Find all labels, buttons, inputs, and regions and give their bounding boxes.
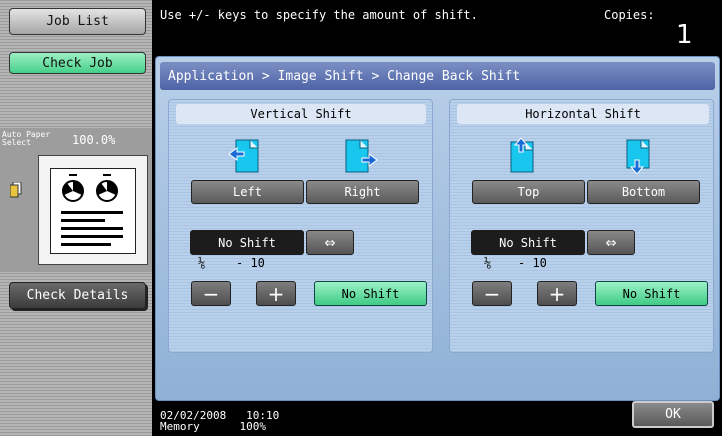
horizontal-no-shift-button[interactable]: No Shift <box>595 281 708 306</box>
horizontal-shift-panel <box>449 99 714 353</box>
horizontal-minus-button[interactable]: − <box>472 281 512 306</box>
auto-paper-line2: Select <box>2 138 31 147</box>
horizontal-fraction: ⅙ <box>484 256 492 270</box>
vertical-no-shift-button[interactable]: No Shift <box>314 281 427 306</box>
horizontal-shift-title: Horizontal Shift <box>457 104 709 124</box>
shift-top-icon <box>509 137 543 174</box>
vertical-plus-button[interactable]: + <box>256 281 296 306</box>
vertical-shift-value: No Shift <box>190 230 304 255</box>
right-button[interactable]: Right <box>306 180 419 204</box>
swap-arrows-icon[interactable]: ⇔ <box>587 230 635 255</box>
breadcrumb: Application > Image Shift > Change Back … <box>160 62 715 90</box>
check-job-button[interactable]: Check Job <box>9 52 146 74</box>
vertical-range: - 10 <box>236 256 265 270</box>
horizontal-plus-button[interactable]: + <box>537 281 577 306</box>
instruction-message: Use +/- keys to specify the amount of sh… <box>160 8 478 22</box>
swap-arrows-icon[interactable]: ⇔ <box>306 230 354 255</box>
left-button[interactable]: Left <box>191 180 304 204</box>
copies-label: Copies: <box>604 8 655 22</box>
status-datetime: 02/02/2008 10:10 Memory 100% <box>160 410 279 432</box>
job-list-button[interactable]: Job List <box>9 8 146 35</box>
paper-tray-icon <box>9 181 22 198</box>
shift-right-icon <box>344 138 378 174</box>
vertical-fraction: ⅙ <box>198 256 206 270</box>
zoom-percent: 100.0% <box>72 133 116 147</box>
vertical-shift-title: Vertical Shift <box>176 104 426 124</box>
horizontal-shift-value: No Shift <box>471 230 585 255</box>
shift-bottom-icon <box>625 138 659 175</box>
check-details-button[interactable]: Check Details <box>9 282 146 309</box>
vertical-minus-button[interactable]: − <box>191 281 231 306</box>
bottom-button[interactable]: Bottom <box>587 180 700 204</box>
shift-left-icon <box>228 138 262 174</box>
document-icon <box>50 168 136 254</box>
auto-paper-label: Auto Paper Select <box>2 131 50 147</box>
top-button[interactable]: Top <box>472 180 585 204</box>
copies-value: 1 <box>676 20 693 50</box>
memory-value: 100% <box>239 420 267 433</box>
horizontal-range: - 10 <box>518 256 547 270</box>
memory-label: Memory <box>160 420 200 433</box>
ok-button[interactable]: OK <box>632 401 714 428</box>
vertical-shift-panel <box>168 99 433 353</box>
